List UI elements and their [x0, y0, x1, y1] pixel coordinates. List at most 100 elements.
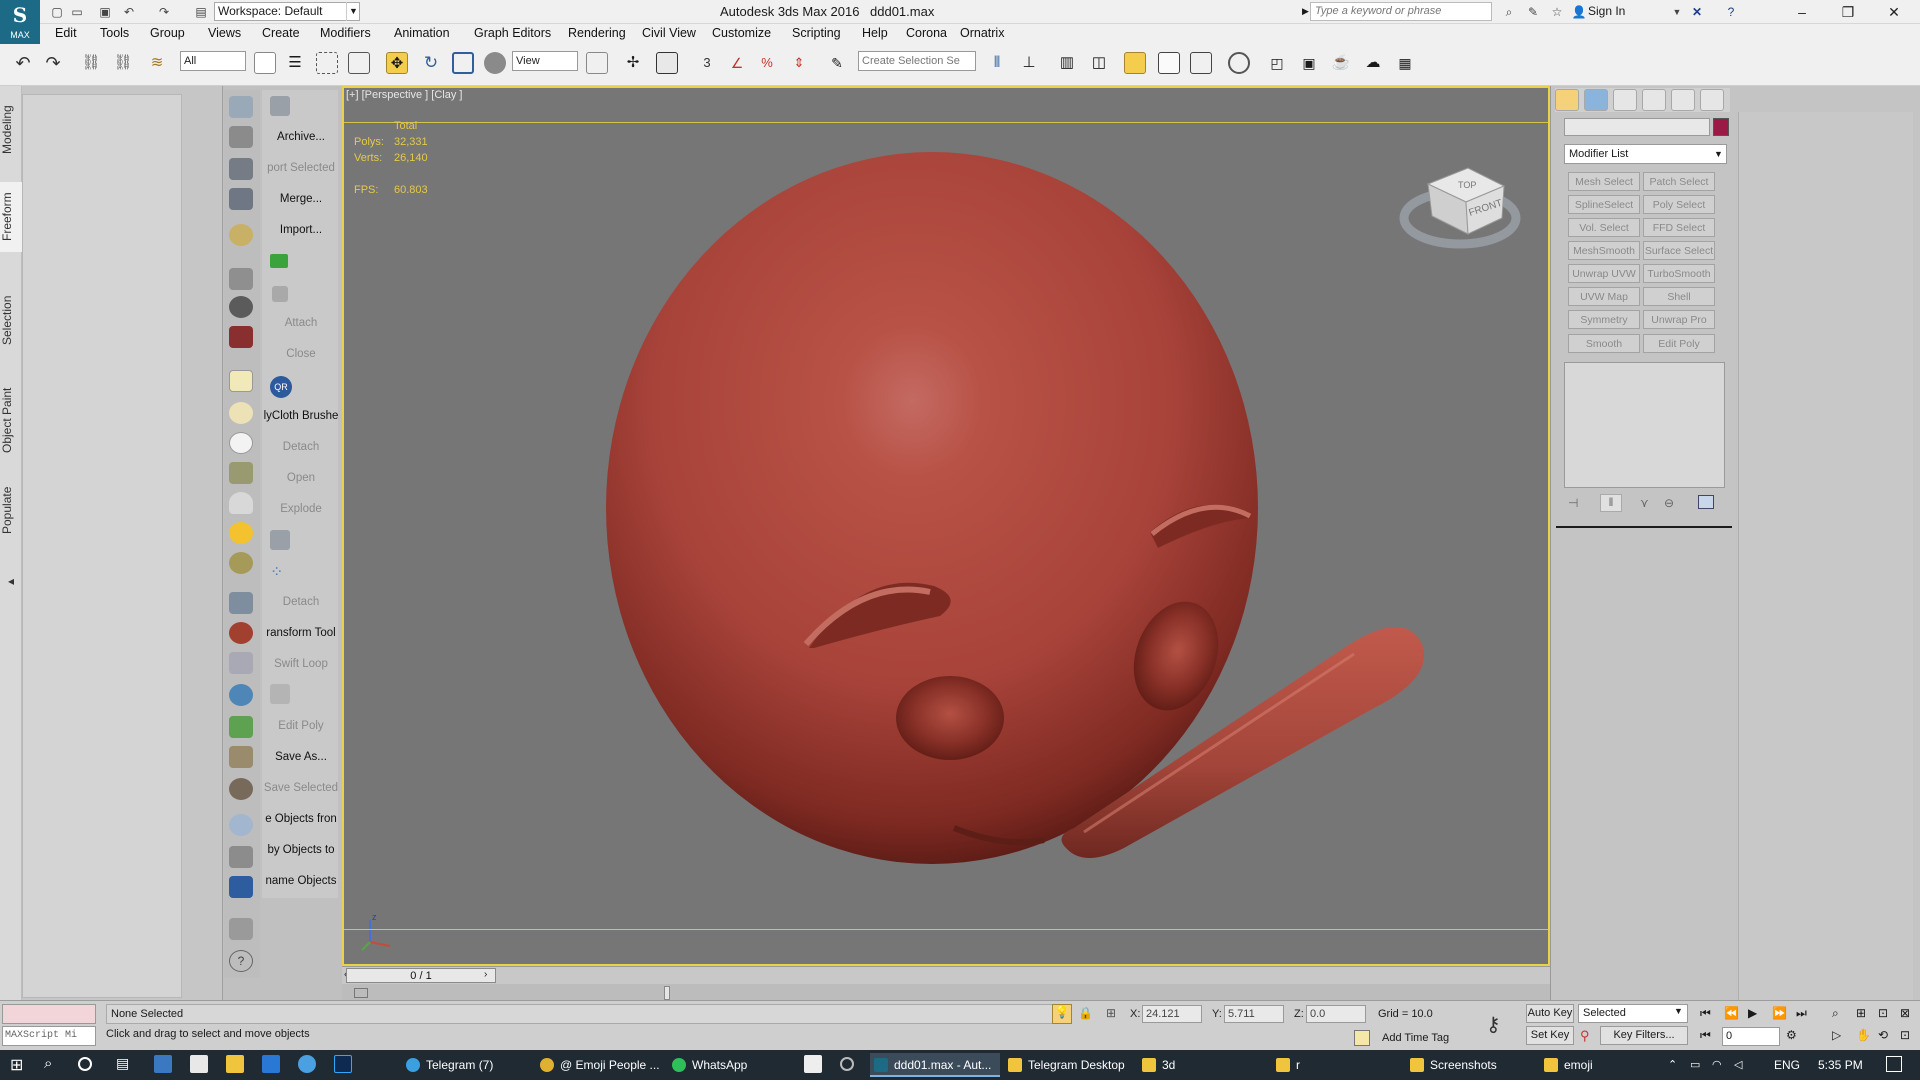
- taskbar-item-emoji[interactable]: emoji: [1540, 1053, 1660, 1077]
- make-unique-icon[interactable]: ⋎: [1640, 496, 1649, 510]
- plane-icon[interactable]: [229, 370, 253, 392]
- menu-customize[interactable]: Customize: [712, 26, 771, 40]
- light-bulb-icon[interactable]: [229, 224, 253, 246]
- task-view-icon[interactable]: ▤: [116, 1055, 134, 1073]
- hair-icon[interactable]: [229, 746, 253, 768]
- maxscript-listener-output[interactable]: [2, 1004, 96, 1024]
- sun-icon[interactable]: [229, 522, 253, 544]
- film-icon[interactable]: [229, 326, 253, 348]
- tool-detach[interactable]: Detach: [262, 441, 340, 453]
- mesh-icon[interactable]: [229, 652, 253, 674]
- key-mode-toggle-icon[interactable]: ⏮: [1700, 1028, 1711, 1043]
- spinner-snap-icon[interactable]: ⇕: [788, 52, 810, 74]
- camera-icon[interactable]: [229, 296, 253, 318]
- chevron-down-icon[interactable]: ▼: [1674, 1006, 1683, 1016]
- zoom-icon[interactable]: ⌕: [1832, 1006, 1839, 1021]
- key-filters-button[interactable]: Key Filters...: [1600, 1026, 1688, 1045]
- z-coordinate-field[interactable]: 0.0: [1306, 1005, 1366, 1023]
- pan-view-icon[interactable]: ✋: [1856, 1028, 1871, 1042]
- help-icon[interactable]: ?: [229, 950, 253, 972]
- cortana-icon[interactable]: [78, 1057, 92, 1071]
- named-selection-sets-dropdown[interactable]: Create Selection Se: [858, 51, 976, 71]
- modify-tab-icon[interactable]: [1584, 89, 1608, 111]
- tool-merge[interactable]: Merge...: [262, 193, 340, 205]
- taskbar-item-chrome[interactable]: @ Emoji People ...: [536, 1053, 666, 1077]
- dots-icon[interactable]: ⁘: [270, 562, 290, 582]
- keyboard-shortcut-override-icon[interactable]: [656, 52, 678, 74]
- new-file-icon[interactable]: ▢: [48, 3, 66, 21]
- menu-views[interactable]: Views: [208, 26, 241, 40]
- photoshop-icon[interactable]: [334, 1055, 352, 1073]
- current-frame-field[interactable]: 0: [1722, 1027, 1780, 1046]
- modifier-button[interactable]: MeshSmooth: [1568, 241, 1640, 260]
- modifier-button[interactable]: Unwrap UVW: [1568, 264, 1640, 283]
- menu-corona[interactable]: Corona: [906, 26, 947, 40]
- previous-frame-icon[interactable]: ⏪: [1724, 1006, 1739, 1020]
- stack-icon[interactable]: [229, 592, 253, 614]
- basket-icon[interactable]: [229, 462, 253, 484]
- tool-export-selected[interactable]: port Selected: [262, 162, 340, 174]
- target-icon[interactable]: [229, 552, 253, 574]
- renamer-icon[interactable]: [229, 876, 253, 898]
- tool-archive[interactable]: Archive...: [262, 131, 340, 143]
- exchange-apps-icon[interactable]: ✕: [1688, 3, 1706, 21]
- modifier-stack-list[interactable]: [1564, 362, 1725, 488]
- app-menu-button[interactable]: S MAX: [0, 0, 40, 44]
- tool-swift-loop[interactable]: Swift Loop: [262, 658, 340, 670]
- play-icon[interactable]: ▶: [1748, 1006, 1757, 1020]
- tool-close[interactable]: Close: [262, 348, 340, 360]
- rectangular-selection-icon[interactable]: [316, 52, 338, 74]
- menu-animation[interactable]: Animation: [394, 26, 450, 40]
- tab-modeling[interactable]: Modeling: [0, 100, 22, 160]
- show-hidden-icons-icon[interactable]: ⌃: [1668, 1058, 1677, 1071]
- taskbar-item-3d[interactable]: 3d: [1138, 1053, 1268, 1077]
- favorites-star-icon[interactable]: ☆: [1548, 3, 1566, 21]
- project-folder-icon[interactable]: ▤: [192, 3, 210, 21]
- search-icon[interactable]: ⌕: [44, 1055, 62, 1073]
- unlink-icon[interactable]: ⛓: [112, 52, 134, 74]
- toggle-scene-explorer-icon[interactable]: ▥: [1056, 52, 1078, 74]
- set-key-button[interactable]: Set Key: [1526, 1026, 1574, 1045]
- selection-lock-icon[interactable]: 🔒: [1078, 1006, 1093, 1020]
- isolate-selection-icon[interactable]: 💡: [1052, 1004, 1072, 1024]
- tool-open[interactable]: Open: [262, 472, 340, 484]
- taskbar-item-3dsmax[interactable]: ddd01.max - Aut...: [870, 1053, 1000, 1077]
- modifier-button[interactable]: Edit Poly: [1643, 334, 1715, 353]
- key-filter-icon[interactable]: ⚲: [1580, 1028, 1590, 1044]
- modifier-button[interactable]: TurboSmooth: [1643, 264, 1715, 283]
- tool-transform-tool[interactable]: ransform Tool: [262, 627, 340, 639]
- configure-modifier-sets-icon[interactable]: [1698, 495, 1714, 509]
- user-icon[interactable]: 👤: [1570, 3, 1588, 21]
- select-object-icon[interactable]: [254, 52, 276, 74]
- go-to-end-icon[interactable]: ⏭: [1796, 1006, 1807, 1021]
- tool-import[interactable]: Import...: [262, 224, 340, 236]
- calculator-icon[interactable]: [154, 1055, 172, 1073]
- reference-coordinate-dropdown[interactable]: View: [512, 51, 578, 71]
- open-file-icon[interactable]: ▭: [68, 3, 86, 21]
- object-color-swatch[interactable]: [1713, 118, 1729, 136]
- tab-freeform[interactable]: Freeform: [0, 182, 22, 252]
- grid-panel-icon[interactable]: [229, 188, 253, 210]
- menu-ornatrix[interactable]: Ornatrix: [960, 26, 1004, 40]
- manipulate-icon[interactable]: ✢: [622, 52, 644, 74]
- render-setup-icon[interactable]: ◰: [1266, 52, 1288, 74]
- script-icon[interactable]: [229, 268, 253, 290]
- a360-gallery-icon[interactable]: ▦: [1394, 52, 1416, 74]
- tool-detach-2[interactable]: Detach: [262, 596, 340, 608]
- green-box-icon[interactable]: [270, 254, 288, 268]
- skype-icon[interactable]: [298, 1055, 316, 1073]
- grass-icon[interactable]: [229, 716, 253, 738]
- sign-in-button[interactable]: Sign In: [1588, 4, 1625, 18]
- tab-populate[interactable]: Populate: [0, 480, 22, 540]
- zoom-extents-icon[interactable]: ⊡: [1878, 1006, 1888, 1020]
- modifier-button[interactable]: SplineSelect: [1568, 195, 1640, 214]
- select-by-name-icon[interactable]: ☰: [284, 52, 306, 74]
- tool-edit-poly[interactable]: Edit Poly: [262, 720, 340, 732]
- mirror-icon[interactable]: ⫴: [986, 52, 1008, 74]
- place-icon[interactable]: [484, 52, 506, 74]
- system-clock[interactable]: 5:35 PM: [1818, 1058, 1863, 1072]
- windows-start-icon[interactable]: ⊞: [10, 1055, 28, 1074]
- redo-icon[interactable]: ↷: [155, 3, 173, 21]
- motion-tab-icon[interactable]: [1642, 89, 1666, 111]
- chevron-down-icon[interactable]: ▼: [1711, 145, 1726, 163]
